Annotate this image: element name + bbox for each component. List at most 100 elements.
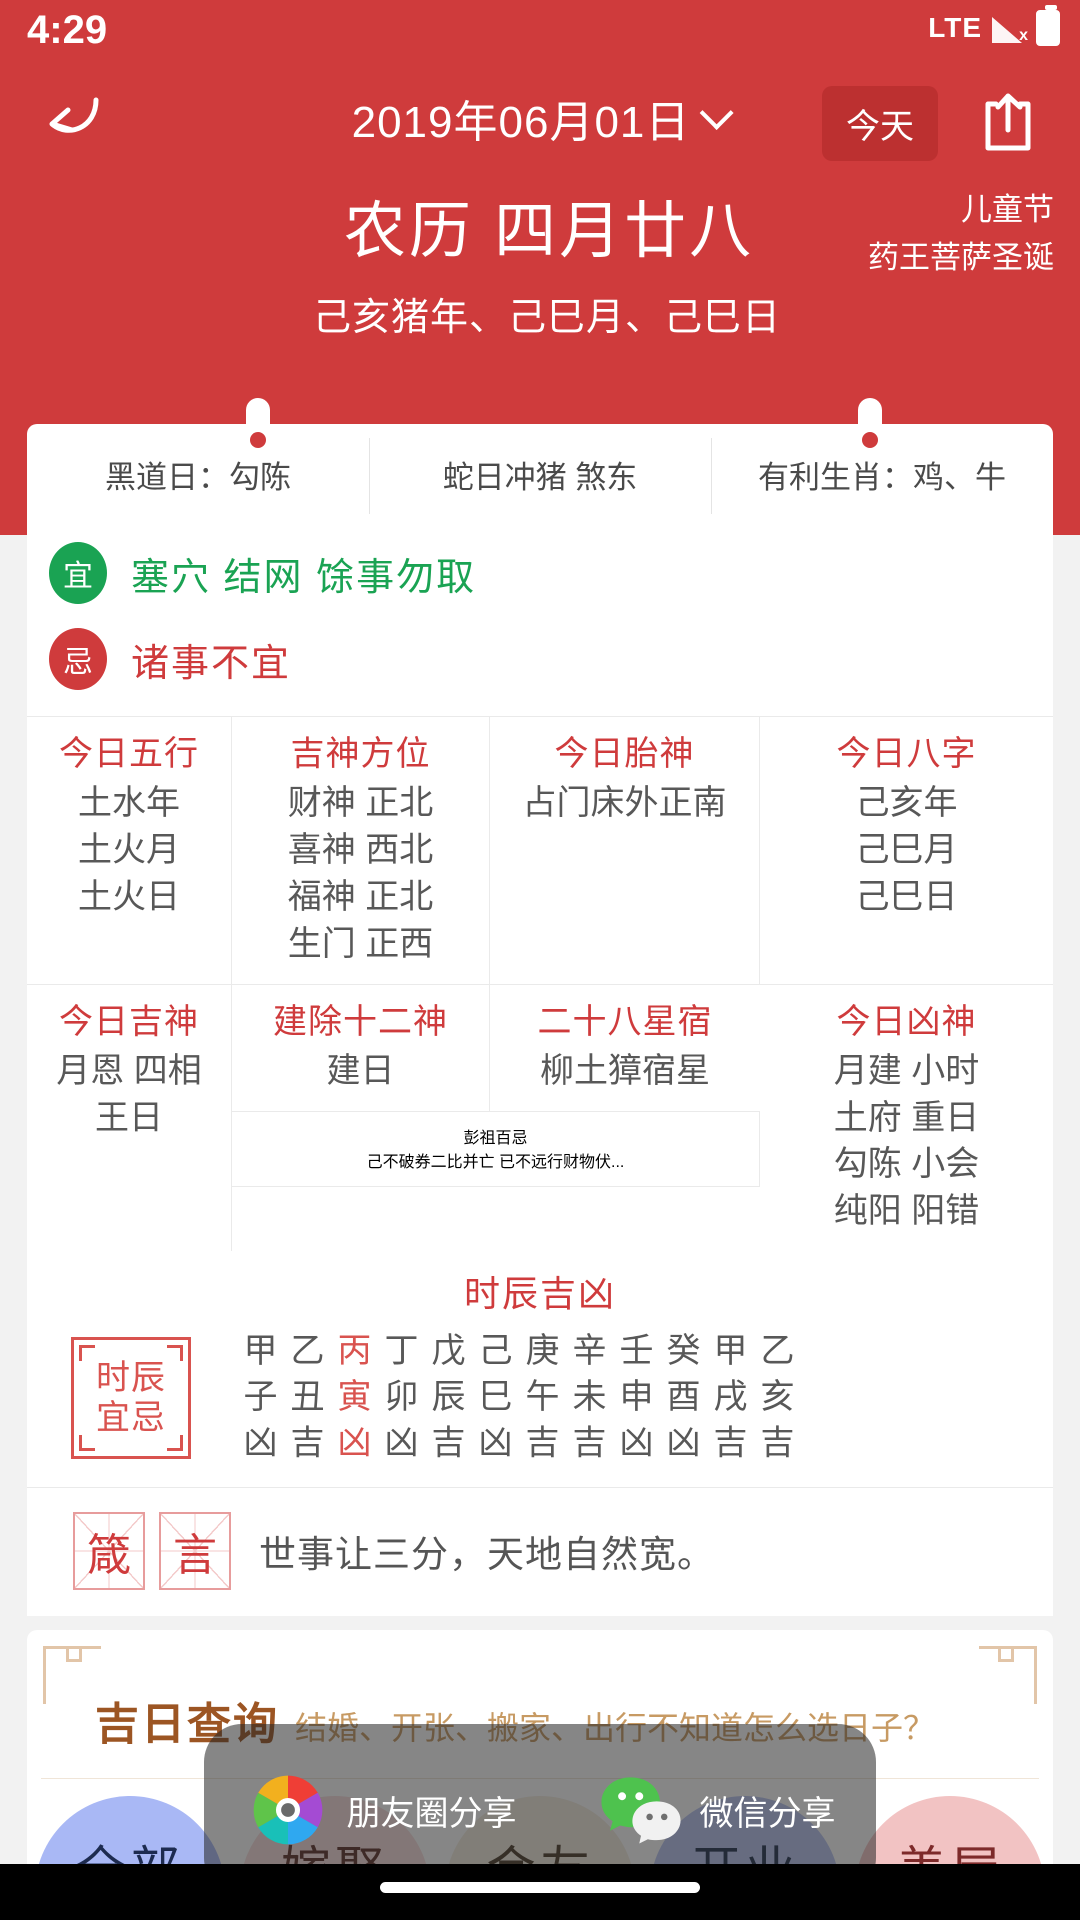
shichen-zhi: 申 <box>619 1378 654 1417</box>
shichen-hour-cell[interactable]: 己巳凶 <box>472 1329 519 1467</box>
zhenyan-char: 箴 <box>87 1530 131 1580</box>
shichen-hour-cell[interactable]: 癸酉凶 <box>660 1329 707 1467</box>
cell-line: 喜神 西北 <box>287 830 434 869</box>
grid-subrow: 建除十二神 建日 二十八星宿 柳土獐宿星 <box>232 984 760 1112</box>
status-indicators: LTE x <box>928 5 1060 46</box>
cell-line: 柳土獐宿星 <box>540 1051 710 1090</box>
shichen-gan: 丙 <box>337 1332 372 1371</box>
cell-line: 生门 正西 <box>287 924 434 963</box>
shichen-gan: 己 <box>478 1332 513 1371</box>
cell-title: 今日五行 <box>59 735 199 773</box>
share-button[interactable] <box>976 88 1040 152</box>
back-button[interactable] <box>38 80 114 156</box>
shichen-zhi: 丑 <box>290 1378 325 1417</box>
shichen-hour-cell[interactable]: 乙亥吉 <box>754 1329 801 1467</box>
shichen-luck: 吉 <box>572 1424 607 1463</box>
cell-title: 二十八星宿 <box>537 1002 713 1041</box>
shichen-zhi: 卯 <box>384 1378 419 1417</box>
shichen-hour-cell[interactable]: 丙寅凶 <box>331 1329 378 1467</box>
status-bar: 4:29 LTE x <box>0 0 1080 62</box>
cell-xiongshen[interactable]: 今日凶神 月建 小时 土府 重日 勾陈 小会 纯阳 阳错 <box>760 985 1053 1252</box>
today-button[interactable]: 今天 <box>822 86 938 161</box>
cell-line: 土火月 <box>78 830 180 869</box>
festival-item: 儿童节 <box>961 192 1054 227</box>
cell-jishen-today[interactable]: 今日吉神 月恩 四相 王日 <box>27 984 232 1252</box>
shichen-zhi: 寅 <box>337 1378 372 1417</box>
shichen-gan: 甲 <box>243 1332 278 1371</box>
shichen-zhi: 戌 <box>713 1378 748 1417</box>
shichen-hour-cell[interactable]: 庚午吉 <box>519 1329 566 1467</box>
share-wechat-button[interactable]: 微信分享 <box>598 1767 836 1853</box>
almanac-grid: 今日五行 土水年 土火月 土火日 吉神方位 财神 正北 喜神 西北 福神 正北 … <box>27 716 1053 1252</box>
shichen-zhi: 酉 <box>666 1378 701 1417</box>
shichen-hour-cell[interactable]: 甲子凶 <box>237 1329 284 1467</box>
yi-row[interactable]: 宜 塞穴 结网 馀事勿取 <box>27 524 1053 622</box>
chevron-down-icon <box>699 96 734 130</box>
info-tab-shengxiao[interactable]: 有利生肖：鸡、牛 <box>711 424 1053 524</box>
share-item-label: 微信分享 <box>699 1794 836 1833</box>
shichen-gan: 乙 <box>760 1332 795 1371</box>
battery-full-icon <box>1036 5 1060 46</box>
lunar-block: 农历 四月廿八 己亥猪年、己巳月、己巳日 儿童节 药王菩萨圣诞 <box>0 180 1080 341</box>
cell-pengzu[interactable]: 彭祖百忌 己不破券二比并亡 已不远行财物伏... <box>232 1111 760 1187</box>
shichen-luck: 吉 <box>713 1424 748 1463</box>
cell-line: 勾陈 小会 <box>833 1145 980 1184</box>
ji-text: 诸事不宜 <box>131 642 292 685</box>
grid-row: 今日五行 土水年 土火月 土火日 吉神方位 财神 正北 喜神 西北 福神 正北 … <box>27 717 1053 985</box>
status-time: 4:29 <box>27 8 108 52</box>
zhenyan-char-box-1: 箴 <box>73 1511 145 1590</box>
cell-jishen-fangwei[interactable]: 吉神方位 财神 正北 喜神 西北 福神 正北 生门 正西 <box>232 717 490 985</box>
cell-taishen[interactable]: 今日胎神 占门床外正南 <box>490 717 760 985</box>
cell-bazi[interactable]: 今日八字 己亥年 己巳月 己巳日 <box>760 717 1053 985</box>
shichen-luck: 凶 <box>337 1424 372 1463</box>
shichen-hour-cell[interactable]: 甲戌吉 <box>707 1329 754 1467</box>
shichen-luck: 吉 <box>760 1424 795 1463</box>
shichen-zhi: 午 <box>525 1378 560 1417</box>
cell-title: 今日八字 <box>836 735 977 773</box>
cell-line: 纯阳 阳错 <box>833 1192 980 1231</box>
shichen-luck: 凶 <box>619 1424 654 1463</box>
home-indicator[interactable] <box>380 1882 700 1893</box>
shichen-title: 时辰吉凶 <box>463 1273 616 1315</box>
yi-text: 塞穴 结网 馀事勿取 <box>131 556 477 599</box>
lunar-ganzhi: 己亥猪年、己巳月、己巳日 <box>312 297 781 339</box>
cell-title: 今日胎神 <box>554 735 695 773</box>
signal-x-icon: x <box>992 13 1028 44</box>
shichen-hours-table: 甲子凶乙丑吉丙寅凶丁卯凶戊辰吉己巳凶庚午吉辛未吉壬申凶癸酉凶甲戌吉乙亥吉 <box>237 1329 801 1467</box>
cell-xingxiu[interactable]: 二十八星宿 柳土獐宿星 <box>490 985 760 1112</box>
cell-line: 己巳日 <box>855 877 958 916</box>
cell-wuxing[interactable]: 今日五行 土水年 土火月 土火日 <box>27 717 232 985</box>
shichen-luck: 吉 <box>290 1424 325 1463</box>
ji-badge: 忌 <box>49 628 107 690</box>
cell-title: 彭祖百忌 <box>463 1129 528 1147</box>
shichen-hour-cell[interactable]: 壬申凶 <box>613 1329 660 1467</box>
shichen-hour-cell[interactable]: 戊辰吉 <box>425 1329 472 1467</box>
stamp-line: 时辰 <box>96 1358 166 1397</box>
cell-line: 月建 小时 <box>833 1051 980 1090</box>
cell-line: 福神 正北 <box>287 877 434 916</box>
shichen-stamp: 时辰 宜忌 <box>71 1337 191 1460</box>
ji-row[interactable]: 忌 诸事不宜 <box>27 622 1053 716</box>
network-type-label: LTE <box>928 12 982 43</box>
shichen-section: 时辰吉凶 时辰 宜忌 甲子凶乙丑吉丙寅凶丁卯凶戊辰吉己巳凶庚午吉辛未吉壬申凶癸酉… <box>27 1251 1053 1488</box>
share-moments-button[interactable]: 朋友圈分享 <box>245 1767 517 1853</box>
shichen-hour-cell[interactable]: 辛未吉 <box>566 1329 613 1467</box>
back-arrow-icon <box>49 97 99 133</box>
date-selector[interactable]: 2019年06月01日 <box>352 86 734 150</box>
grid-row: 今日吉神 月恩 四相 王日 建除十二神 建日 二十八星宿 柳土獐宿星 彭祖百忌 … <box>27 984 1053 1252</box>
shichen-luck: 吉 <box>525 1424 560 1463</box>
shichen-zhi: 亥 <box>760 1378 795 1417</box>
cell-jianchu[interactable]: 建除十二神 建日 <box>232 984 490 1112</box>
info-tab-heidao[interactable]: 黑道日：勾陈 <box>27 424 369 524</box>
share-item-label: 朋友圈分享 <box>346 1794 517 1833</box>
stamp-line: 宜忌 <box>96 1399 166 1438</box>
zhenyan-char-box-2: 言 <box>159 1511 231 1590</box>
info-tab-chongsha[interactable]: 蛇日冲猪 煞东 <box>369 424 711 524</box>
shichen-luck: 凶 <box>666 1424 701 1463</box>
shichen-hour-cell[interactable]: 丁卯凶 <box>378 1329 425 1467</box>
zhenyan-section: 箴 言 世事让三分，天地自然宽。 <box>27 1488 1053 1616</box>
cell-title: 吉神方位 <box>290 735 431 773</box>
shichen-zhi: 未 <box>572 1378 607 1417</box>
shichen-hour-cell[interactable]: 乙丑吉 <box>284 1329 331 1467</box>
cell-line: 建日 <box>326 1051 395 1090</box>
